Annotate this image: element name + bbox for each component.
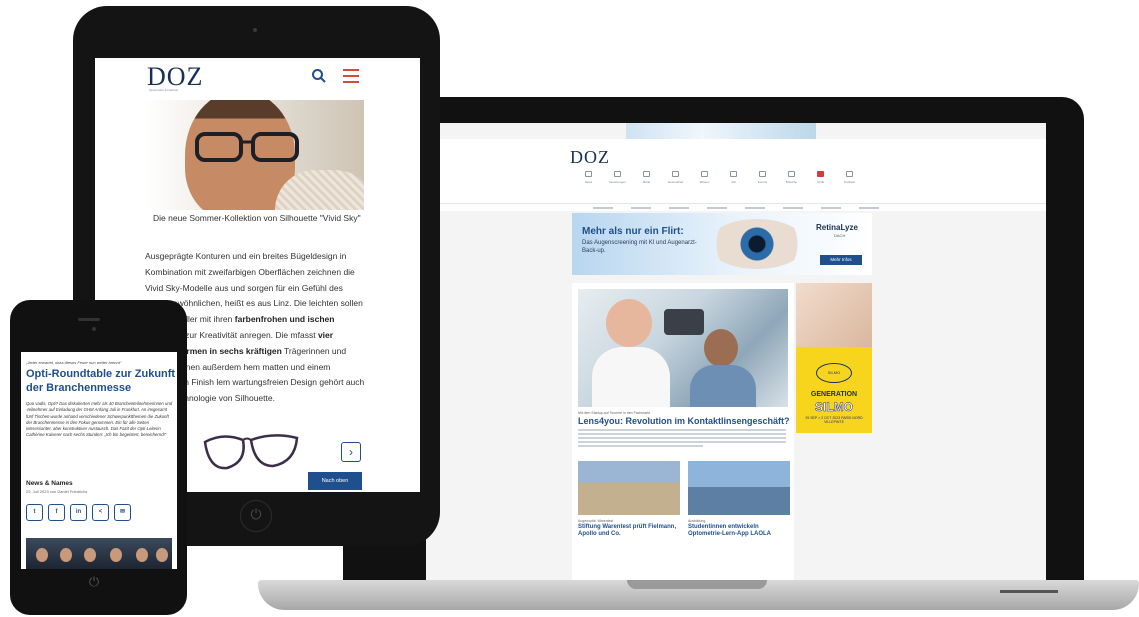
nav-icon [585,171,592,177]
teaser-kicker: Augenoptik: Warentest [578,519,614,523]
laptop-vent [1000,590,1058,593]
banner-brand-sub: DACH [834,233,846,238]
roundtable-photo [26,538,172,569]
nav-item[interactable]: Wissen [690,171,719,197]
nav-icon [846,171,853,177]
power-icon[interactable]: ⏻ [84,574,104,590]
article-kicker: „Jeder erwartet, dass dieses Feuer nun w… [26,360,122,365]
model-image [796,283,872,347]
eyeglasses-product-image [203,434,299,470]
article-category[interactable]: News & Names [26,480,73,487]
nav-icon [701,171,708,177]
nav-icon [614,171,621,177]
ad-dates: 29 SEP > 2 OCT 2023 PARIS NORD VILLEPINT… [805,416,863,424]
sub-nav-item[interactable] [631,207,651,209]
site-header: DOZ News Neuerungen Markt Gesundheit Wis… [426,139,1046,203]
nav-item[interactable]: Gesundheit [661,171,690,197]
article-kicker: Mit dem Startup auf Tournee in den Fachm… [578,411,651,415]
sub-nav [426,203,1046,211]
nav-item[interactable]: Job [719,171,748,197]
phone-camera [92,327,96,331]
phone-screen: „Jeder erwartet, dass dieses Feuer nun w… [21,352,177,569]
nav-icon [672,171,679,177]
article-excerpt [578,429,786,449]
sub-nav-item[interactable] [859,207,879,209]
nav-item[interactable]: Branche [777,171,806,197]
hamburger-menu-icon[interactable] [343,69,359,83]
nav-icon [759,171,766,177]
share-icon[interactable]: < [92,504,109,521]
sub-nav-item[interactable] [593,207,613,209]
banner-text: Das Augenscreening mit KI und Augenarzt-… [582,240,697,254]
banner-more-info-button[interactable]: Mehr Infos [820,255,862,265]
nav-icon-highlight [817,171,824,177]
next-arrow-button[interactable]: › [341,442,361,462]
article-teaser: Mit dem Startup auf Tournee in den Fachm… [572,283,794,583]
top-ad[interactable] [626,123,816,139]
slit-lamp-device [664,309,704,335]
sub-nav-item[interactable] [707,207,727,209]
phone-speaker [78,318,100,321]
tablet-camera [253,28,257,32]
site-logo[interactable]: DOZ [570,147,610,168]
teaser-kicker: Ausbildung [688,519,706,523]
laptop-notch [627,580,767,589]
mail-share-icon[interactable]: ✉ [114,504,131,521]
patient-head [704,329,738,367]
article-date: 25. Juli 2023 von Daniel Friedrichs [26,489,88,494]
nav-icon [643,171,650,177]
article-headline[interactable]: Lens4you: Revolution im Kontaktlinsenges… [578,416,792,426]
eye-image [708,219,806,269]
teaser-title[interactable]: Studentinnen entwickeln Optometrie-Lern-… [688,524,792,538]
sub-nav-item[interactable] [821,207,841,209]
banner-brand: RetinaLyze [816,223,858,232]
nav-icon [730,171,737,177]
nav-item[interactable]: News [574,171,603,197]
logo-tagline: Optometrie & Fashion [149,88,179,92]
image-caption: Die neue Sommer-Kollektion von Silhouett… [153,213,361,223]
article-hero-image [145,100,364,210]
facebook-share-icon[interactable]: f [48,504,65,521]
search-icon[interactable] [311,68,327,84]
twitter-share-icon[interactable]: t [26,504,43,521]
patient-body [690,365,756,407]
ad-generation-text: GENERATION [810,391,858,398]
sub-nav-item[interactable] [783,207,803,209]
person-body [592,347,670,407]
nav-icon [788,171,795,177]
silmo-skyscraper-ad[interactable]: SILMO GENERATION SILMO 29 SEP > 2 OCT 20… [796,283,872,433]
nav-item[interactable]: Events [748,171,777,197]
teaser-title[interactable]: Stiftung Warentest prüft Fielmann, Apoll… [578,524,682,538]
mobile-header: DOZ Optometrie & Fashion [95,58,420,96]
person-head [606,299,652,347]
laptop-screen: DOZ News Neuerungen Markt Gesundheit Wis… [426,123,1046,583]
retinalyze-banner-ad[interactable]: Mehr als nur ein Flirt: Das Augenscreeni… [572,213,872,275]
power-icon: ⏻ [250,506,262,522]
sub-nav-item[interactable] [669,207,689,209]
article-hero-image[interactable] [578,289,788,407]
main-nav: News Neuerungen Markt Gesundheit Wissen … [574,171,864,197]
nav-item[interactable]: Optik [806,171,835,197]
back-to-top-button[interactable]: Nach oben [308,472,362,490]
teaser-image-warentest[interactable] [578,461,680,515]
share-bar: t f in < ✉ [26,504,131,521]
nav-item[interactable]: Podcast [835,171,864,197]
article-title: Opti-Roundtable zur Zukunft der Branchen… [26,368,176,394]
glasses-graphic [195,132,299,162]
nav-item[interactable]: Neuerungen [603,171,632,197]
sub-nav-item[interactable] [745,207,765,209]
linkedin-share-icon[interactable]: in [70,504,87,521]
banner-title: Mehr als nur ein Flirt: [582,226,684,237]
article-lead: Quo vadis, Opti? Das diskutierten mehr a… [26,401,173,438]
teaser-image-laola[interactable] [688,461,790,515]
silmo-logo: SILMO [816,363,852,383]
nav-item[interactable]: Markt [632,171,661,197]
ad-silmo-text: SILMO [815,400,854,415]
